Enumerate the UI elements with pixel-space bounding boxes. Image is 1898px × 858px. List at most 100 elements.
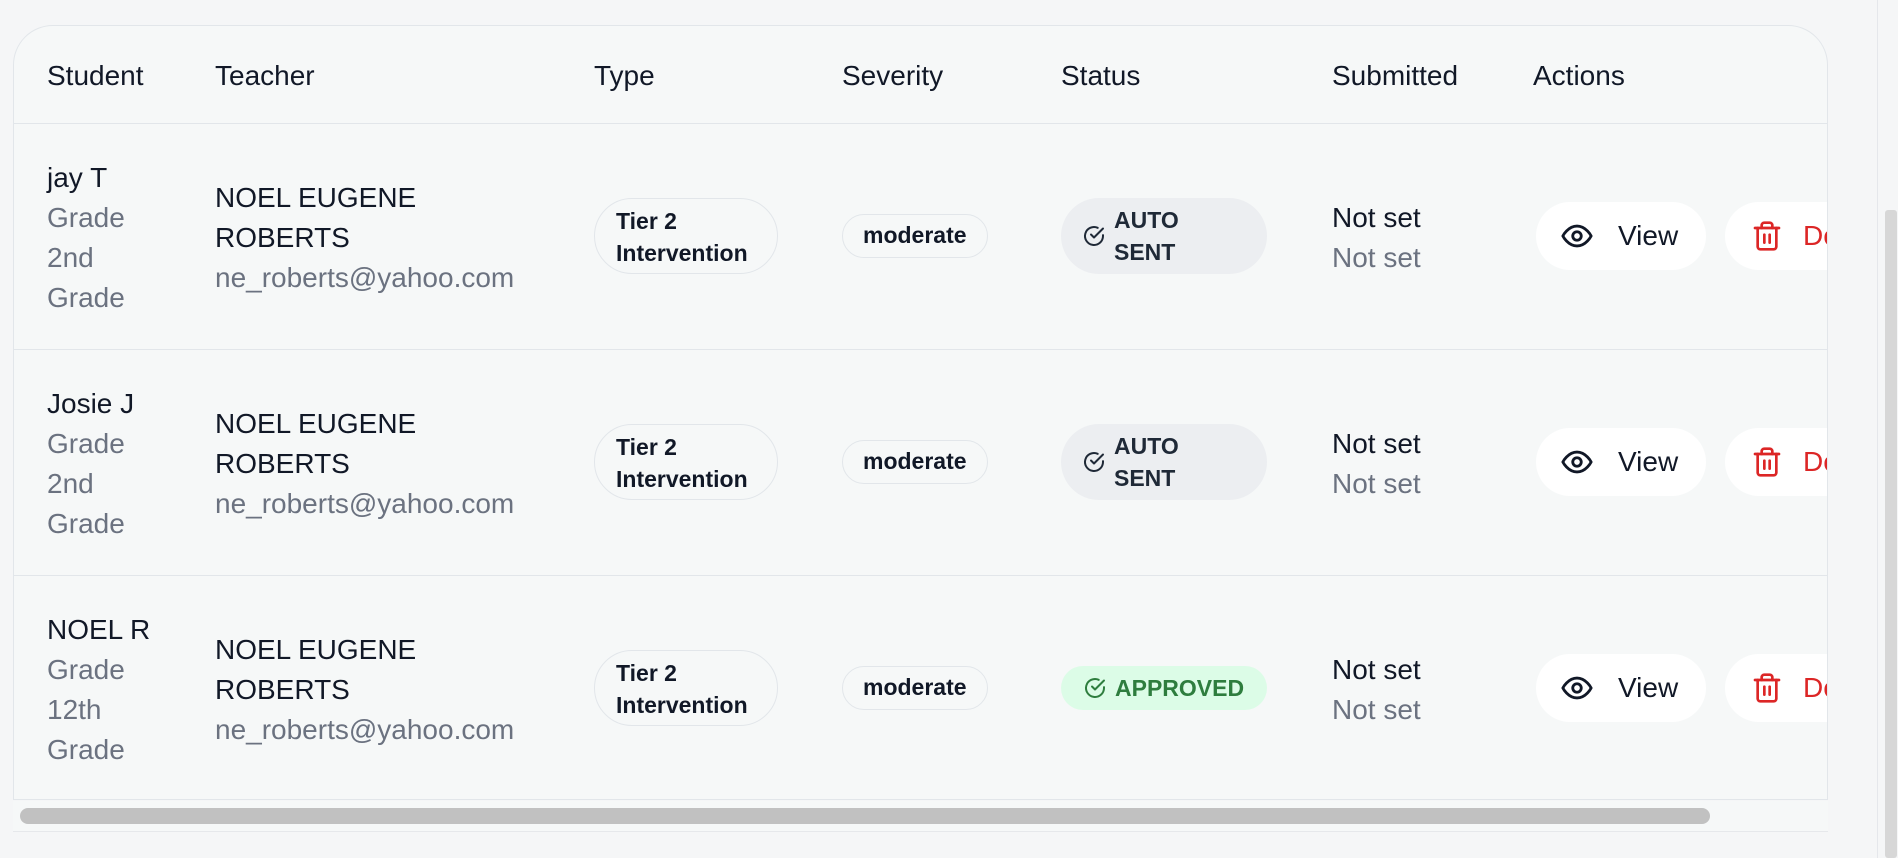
delete-button-label: Delete <box>1803 672 1827 703</box>
teacher-name: NOEL EUGENE ROBERTS <box>215 408 417 479</box>
status-cell: APPROVED <box>1061 666 1267 710</box>
delete-button[interactable]: Delete <box>1725 428 1827 496</box>
actions-cell: View <box>1536 428 1706 496</box>
status-label: AUTO SENT <box>1114 207 1179 265</box>
status-label: AUTO SENT <box>1114 433 1179 491</box>
header-submitted[interactable]: Submitted <box>1332 59 1458 93</box>
student-name: NOEL R <box>47 614 151 645</box>
submitted-date: Not set <box>1332 654 1421 685</box>
severity-badge: moderate <box>842 666 988 710</box>
submitted-detail: Not set <box>1332 468 1421 499</box>
status-badge: AUTO SENT <box>1061 424 1267 500</box>
delete-button[interactable]: Delete <box>1725 654 1827 722</box>
actions-cell: View <box>1536 202 1706 270</box>
severity-badge: moderate <box>842 214 988 258</box>
type-badge: Tier 2 Intervention <box>594 424 778 500</box>
student-name: jay T <box>47 162 108 193</box>
type-badge: Tier 2 Intervention <box>594 650 778 726</box>
horizontal-scrollbar-track[interactable] <box>13 801 1828 832</box>
header-actions: Actions <box>1533 60 1625 91</box>
view-button-label: View <box>1618 672 1679 703</box>
vertical-scrollbar-track[interactable] <box>1877 0 1878 858</box>
student-grade-line: Grade <box>47 508 125 539</box>
page: Student Teacher Type Severity Status Sub… <box>0 0 1898 858</box>
student-cell: jay T Grade 2nd Grade <box>47 158 147 318</box>
teacher-cell: NOEL EUGENE ROBERTS ne_roberts@yahoo.com <box>215 630 555 750</box>
check-circle-icon <box>1084 452 1104 472</box>
type-badge: Tier 2 Intervention <box>594 198 778 274</box>
reports-table-card: Student Teacher Type Severity Status Sub… <box>13 25 1828 800</box>
teacher-email: ne_roberts@yahoo.com <box>215 262 515 293</box>
delete-cell: Delete <box>1725 202 1827 270</box>
status-cell: AUTO SENT <box>1061 424 1267 500</box>
status-cell: AUTO SENT <box>1061 198 1267 274</box>
header-severity[interactable]: Severity <box>842 59 943 93</box>
severity-cell: moderate <box>842 440 988 484</box>
student-grade-line: Grade <box>47 282 125 313</box>
type-cell: Tier 2 Intervention <box>594 198 778 274</box>
view-button[interactable]: View <box>1536 428 1706 496</box>
student-name: Josie J <box>47 388 135 419</box>
trash-icon <box>1753 221 1781 251</box>
view-button[interactable]: View <box>1536 654 1706 722</box>
check-circle-icon <box>1084 226 1104 246</box>
student-grade-line: Grade <box>47 202 125 233</box>
student-grade-line: 2nd <box>47 242 94 273</box>
submitted-cell: Not set Not set <box>1332 198 1421 278</box>
teacher-name: NOEL EUGENE ROBERTS <box>215 634 417 705</box>
student-cell: Josie J Grade 2nd Grade <box>47 384 147 544</box>
delete-button-label: Delete <box>1803 220 1827 251</box>
trash-icon <box>1753 447 1781 477</box>
table-header: Student Teacher Type Severity Status Sub… <box>14 26 1827 124</box>
header-teacher[interactable]: Teacher <box>215 59 315 93</box>
type-cell: Tier 2 Intervention <box>594 650 778 726</box>
severity-badge: moderate <box>842 440 988 484</box>
status-badge: AUTO SENT <box>1061 198 1267 274</box>
table-row: Josie J Grade 2nd Grade NOEL EUGENE ROBE… <box>14 350 1827 576</box>
status-badge: APPROVED <box>1061 666 1267 710</box>
delete-cell: Delete <box>1725 654 1827 722</box>
header-status[interactable]: Status <box>1061 59 1140 93</box>
student-grade-line: 2nd <box>47 468 94 499</box>
horizontal-scrollbar-thumb[interactable] <box>20 808 1710 824</box>
trash-icon <box>1753 673 1781 703</box>
severity-cell: moderate <box>842 214 988 258</box>
student-grade-line: Grade <box>47 654 125 685</box>
student-grade-line: 12th <box>47 694 102 725</box>
status-label: APPROVED <box>1115 675 1245 701</box>
submitted-cell: Not set Not set <box>1332 650 1421 730</box>
header-student[interactable]: Student <box>47 59 144 93</box>
reports-table: Student Teacher Type Severity Status Sub… <box>14 26 1827 799</box>
table-row: jay T Grade 2nd Grade NOEL EUGENE ROBERT… <box>14 124 1827 350</box>
delete-button[interactable]: Delete <box>1725 202 1827 270</box>
teacher-cell: NOEL EUGENE ROBERTS ne_roberts@yahoo.com <box>215 404 555 524</box>
table-body: jay T Grade 2nd Grade NOEL EUGENE ROBERT… <box>14 124 1827 799</box>
view-button-label: View <box>1618 220 1679 251</box>
eye-icon <box>1561 450 1593 474</box>
severity-cell: moderate <box>842 666 988 710</box>
student-grade-line: Grade <box>47 428 125 459</box>
actions-cell: View <box>1536 654 1706 722</box>
eye-icon <box>1561 224 1593 248</box>
student-grade-line: Grade <box>47 734 125 765</box>
teacher-email: ne_roberts@yahoo.com <box>215 488 515 519</box>
teacher-name: NOEL EUGENE ROBERTS <box>215 182 417 253</box>
submitted-date: Not set <box>1332 428 1421 459</box>
teacher-email: ne_roberts@yahoo.com <box>215 714 515 745</box>
vertical-scrollbar-thumb[interactable] <box>1885 210 1897 858</box>
header-type[interactable]: Type <box>594 59 655 93</box>
view-button[interactable]: View <box>1536 202 1706 270</box>
delete-button-label: Delete <box>1803 446 1827 477</box>
teacher-cell: NOEL EUGENE ROBERTS ne_roberts@yahoo.com <box>215 178 555 298</box>
type-cell: Tier 2 Intervention <box>594 424 778 500</box>
submitted-cell: Not set Not set <box>1332 424 1421 504</box>
submitted-date: Not set <box>1332 202 1421 233</box>
submitted-detail: Not set <box>1332 694 1421 725</box>
eye-icon <box>1561 676 1593 700</box>
table-row: NOEL R Grade 12th Grade NOEL EUGENE ROBE… <box>14 576 1827 799</box>
submitted-detail: Not set <box>1332 242 1421 273</box>
delete-cell: Delete <box>1725 428 1827 496</box>
student-cell: NOEL R Grade 12th Grade <box>47 610 150 770</box>
check-circle-icon <box>1085 678 1105 698</box>
view-button-label: View <box>1618 446 1679 477</box>
